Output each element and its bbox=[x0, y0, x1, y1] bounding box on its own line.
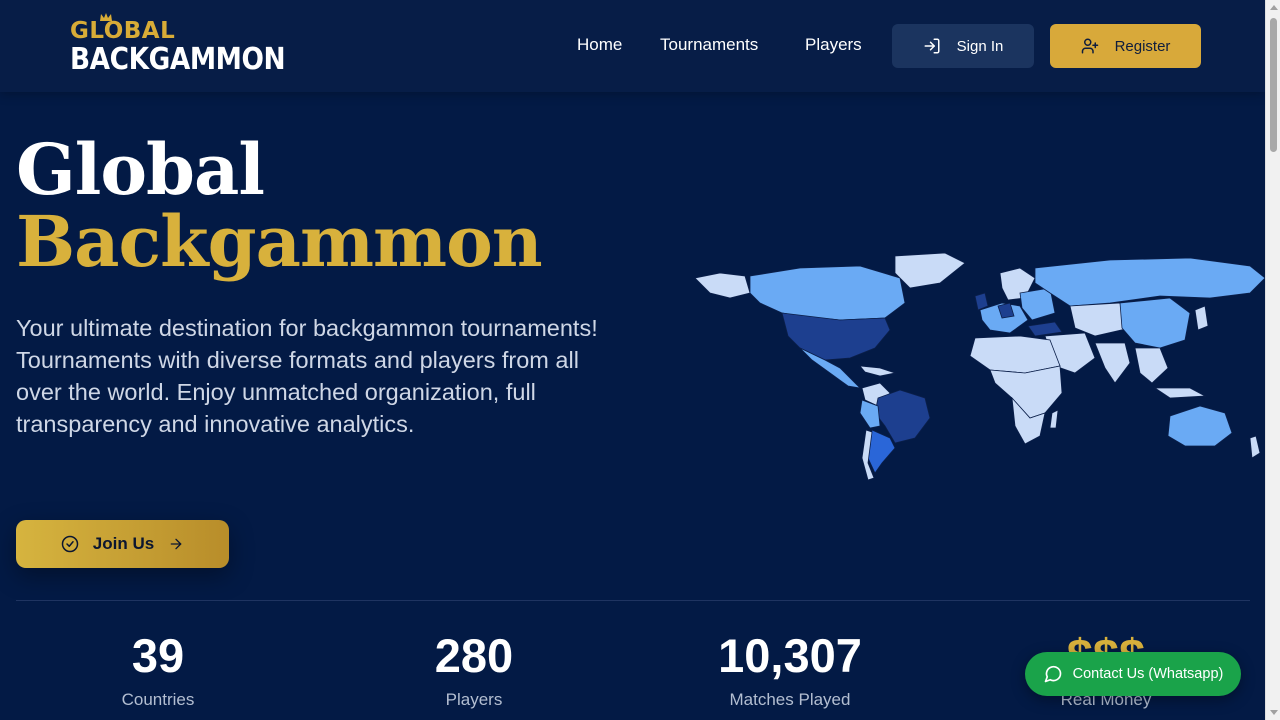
map-region-central-africa bbox=[989, 365, 1063, 419]
map-region-new-zealand bbox=[1249, 435, 1261, 459]
sign-in-button[interactable]: Sign In bbox=[892, 24, 1034, 68]
map-region-alaska bbox=[694, 272, 751, 299]
map-region-turkey bbox=[1027, 321, 1063, 337]
scroll-thumb[interactable] bbox=[1270, 18, 1277, 152]
stat-label: Players bbox=[445, 690, 503, 709]
sign-in-icon bbox=[924, 38, 940, 54]
map-region-russia bbox=[1034, 257, 1265, 307]
user-plus-icon bbox=[1081, 38, 1098, 54]
map-region-caribbean bbox=[859, 365, 897, 377]
join-us-button[interactable]: Join Us bbox=[16, 520, 229, 568]
register-button[interactable]: Register bbox=[1050, 24, 1201, 68]
chat-bubble-icon bbox=[1044, 665, 1061, 683]
map-region-usa bbox=[781, 312, 891, 361]
check-circle-icon bbox=[61, 535, 79, 553]
map-region-australia bbox=[1167, 405, 1233, 447]
stat-value: 10,307 bbox=[718, 629, 862, 682]
map-region-china bbox=[1119, 297, 1191, 349]
stat-label: Countries bbox=[121, 690, 195, 709]
site-logo[interactable]: GLOBAL BACKGAMMON bbox=[70, 12, 286, 80]
nav-players[interactable]: Players bbox=[805, 35, 862, 55]
scroll-up-icon[interactable] bbox=[1270, 5, 1278, 10]
logo-text-top: GLOBAL bbox=[70, 18, 176, 44]
nav-home[interactable]: Home bbox=[577, 35, 622, 55]
map-region-india bbox=[1094, 342, 1131, 384]
map-region-uk bbox=[974, 292, 989, 311]
stat-players: 280 Players bbox=[354, 628, 594, 710]
hero-description: Your ultimate destination for backgammon… bbox=[16, 315, 598, 437]
stat-value: 280 bbox=[434, 629, 514, 682]
site-header: GLOBAL BACKGAMMON Home Tournaments Playe… bbox=[0, 0, 1265, 92]
stat-countries: 39 Countries bbox=[38, 628, 278, 710]
scroll-down-icon[interactable] bbox=[1270, 710, 1278, 715]
page-scrollbar[interactable] bbox=[1265, 0, 1280, 720]
map-region-madagascar bbox=[1049, 409, 1059, 429]
stat-value: 39 bbox=[131, 629, 185, 682]
stat-matches: 10,307 Matches Played bbox=[670, 628, 910, 710]
map-region-greenland bbox=[894, 252, 966, 289]
arrow-right-icon bbox=[170, 538, 182, 550]
map-region-north-africa bbox=[969, 335, 1061, 374]
stat-label: Matches Played bbox=[729, 690, 851, 709]
whatsapp-contact-button[interactable]: Contact Us (Whatsapp) bbox=[1025, 652, 1241, 696]
map-region-canada bbox=[749, 265, 906, 321]
world-map bbox=[694, 252, 1265, 481]
nav-tournaments[interactable]: Tournaments bbox=[660, 35, 758, 55]
sign-in-label: Sign In bbox=[956, 37, 1004, 55]
section-divider bbox=[16, 600, 1250, 601]
hero-title-line1: Global bbox=[16, 128, 265, 211]
hero-title-line2: Backgammon bbox=[16, 200, 543, 283]
map-region-indonesia bbox=[1153, 387, 1207, 399]
join-us-label: Join Us bbox=[92, 534, 155, 553]
map-region-se-asia bbox=[1134, 347, 1169, 384]
whatsapp-label: Contact Us (Whatsapp) bbox=[1072, 666, 1224, 682]
map-region-japan bbox=[1194, 305, 1209, 331]
register-label: Register bbox=[1114, 37, 1171, 55]
logo-text-bottom: BACKGAMMON bbox=[70, 42, 286, 77]
